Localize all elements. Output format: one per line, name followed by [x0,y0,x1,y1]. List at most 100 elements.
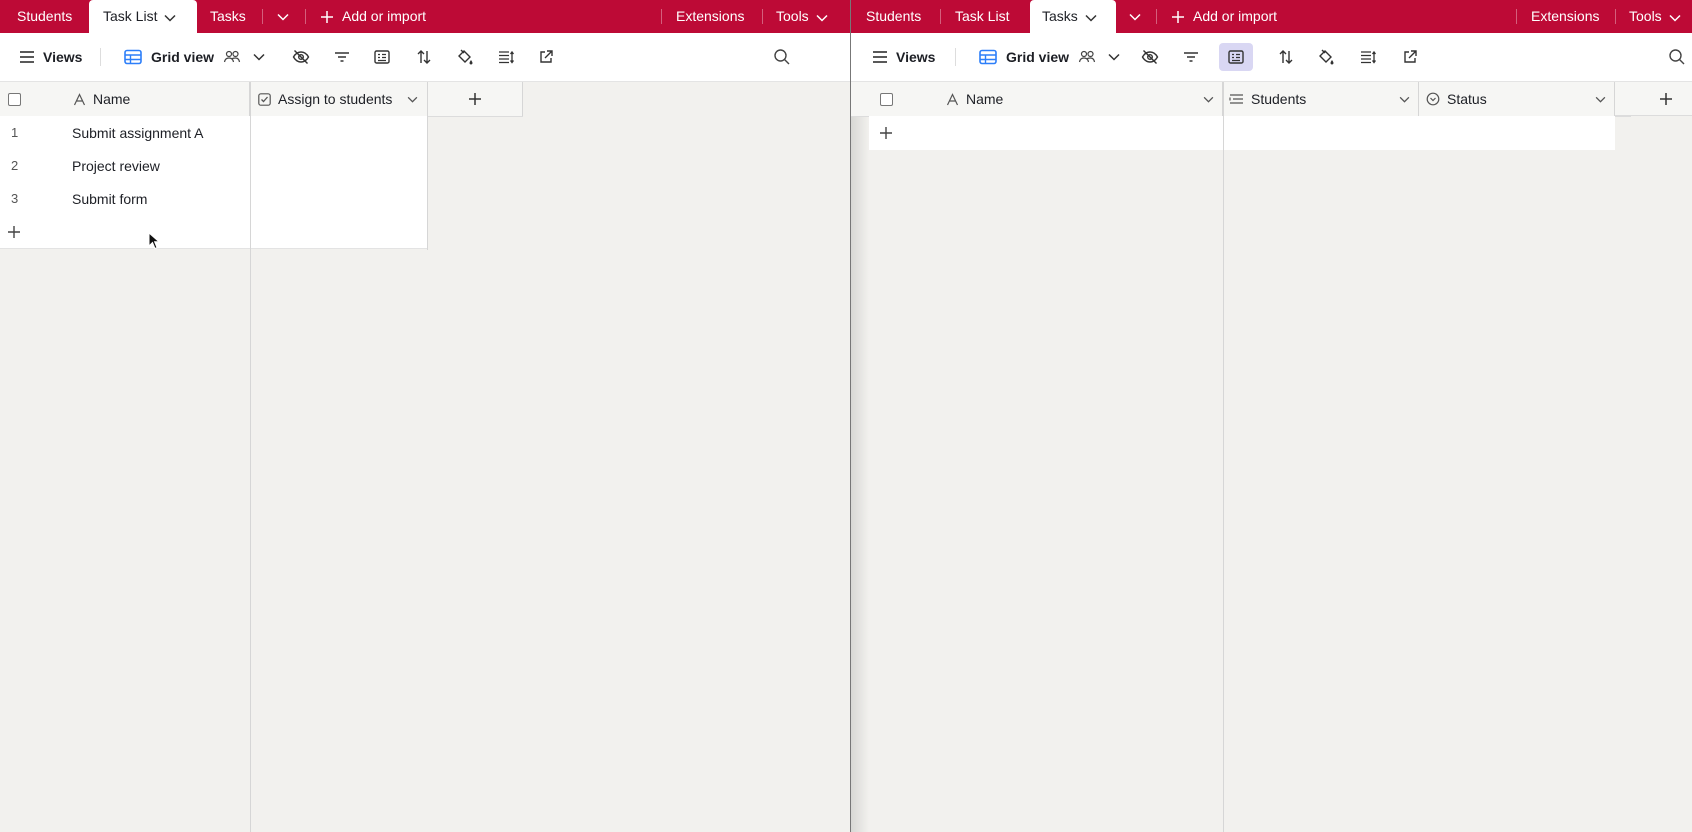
tab-separator [262,9,263,24]
add-or-import-button[interactable]: Add or import [320,0,426,33]
chevron-down-icon [277,14,289,21]
table-row[interactable]: 1 Submit assignment A [0,116,428,150]
all-tables-dropdown[interactable] [277,0,289,33]
select-all-cell[interactable] [851,82,937,116]
plus-icon [469,93,481,105]
chevron-down-icon[interactable] [164,1,176,34]
grid-view-button[interactable]: Grid view [979,33,1120,81]
tab-task-list[interactable]: Task List [955,0,1009,33]
cell-divider [1223,116,1224,150]
filter-button[interactable] [334,33,350,81]
views-button[interactable]: Views [19,33,82,81]
select-all-checkbox[interactable] [880,92,893,106]
tab-separator [1156,9,1157,24]
select-all-checkbox[interactable] [8,92,21,106]
color-button[interactable] [456,33,474,81]
chevron-down-icon[interactable] [1085,1,1097,34]
color-button[interactable] [1317,33,1335,81]
extensions-label: Extensions [1531,8,1600,24]
tab-label: Tasks [210,8,246,24]
name-cell[interactable]: Submit assignment A [72,116,204,150]
search-button[interactable] [1668,33,1686,81]
name-cell[interactable]: Submit form [72,182,147,216]
view-toolbar: Views Grid view [0,33,850,82]
group-button[interactable] [374,33,390,81]
sort-button[interactable] [416,33,432,81]
tab-tasks[interactable]: Tasks [210,0,246,33]
chevron-down-icon [816,1,828,34]
table-row[interactable]: 2 Project review [0,149,428,183]
tab-students[interactable]: Students [17,0,72,33]
add-or-import-label: Add or import [342,8,427,24]
single-select-icon [1426,92,1440,106]
column-header-assign[interactable]: Assign to students [250,82,428,116]
views-button[interactable]: Views [872,33,935,81]
chevron-down-icon [1108,53,1120,61]
tab-label: Students [866,8,922,24]
cell-divider [250,116,251,250]
row-number: 3 [11,191,19,206]
sort-icon [1279,50,1293,64]
share-view-button[interactable] [1402,33,1418,81]
all-tables-dropdown[interactable] [1129,0,1141,33]
add-field-button[interactable] [1615,82,1692,116]
table-tab-bar: Students Task List Tasks Add or import E… [851,0,1692,33]
group-icon [374,50,390,64]
plus-icon [1172,11,1184,24]
hide-fields-button[interactable] [1141,33,1159,81]
row-height-button[interactable] [498,33,514,81]
grid-view-button[interactable]: Grid view [124,33,265,81]
chevron-down-icon [1129,14,1141,21]
extensions-button[interactable]: Extensions [1531,0,1599,33]
tab-tasks[interactable]: Tasks [1030,0,1116,33]
row-height-button[interactable] [1360,33,1376,81]
grid-icon [979,49,997,65]
sort-button[interactable] [1278,33,1294,81]
toolbar-separator [955,48,956,66]
group-button[interactable] [1219,43,1253,71]
tools-button[interactable]: Tools [776,0,828,33]
eye-slash-icon [1141,50,1159,64]
filter-icon [1184,52,1198,62]
column-header-name[interactable]: Name [937,82,1223,116]
add-record-button[interactable] [7,215,21,249]
column-title: Assign to students [278,91,393,107]
add-row[interactable] [0,215,428,249]
filter-button[interactable] [1183,33,1199,81]
tools-button[interactable]: Tools [1629,0,1681,33]
share-view-button[interactable] [538,33,554,81]
search-button[interactable] [773,33,791,81]
chevron-down-icon[interactable] [1203,96,1214,103]
tab-separator [1516,9,1517,24]
pane-shadow [851,116,869,832]
view-toolbar: Views Grid view [851,33,1692,82]
column-header-status[interactable]: Status [1419,82,1615,116]
add-row[interactable] [869,116,1615,150]
checkbox-field-icon [258,92,271,106]
tab-students[interactable]: Students [866,0,921,33]
external-link-icon [540,50,553,63]
select-all-cell[interactable] [0,82,64,116]
extensions-button[interactable]: Extensions [676,0,744,33]
mouse-cursor [148,231,161,253]
tab-task-list[interactable]: Task List [89,0,197,33]
grid-view-label: Grid view [1006,49,1070,65]
hide-fields-button[interactable] [292,33,310,81]
name-cell[interactable]: Project review [72,149,160,183]
add-record-button[interactable] [879,116,893,150]
grid-icon [124,49,142,65]
table-row[interactable]: 3 Submit form [0,182,428,216]
add-or-import-button[interactable]: Add or import [1171,0,1277,33]
add-field-button[interactable] [428,82,523,116]
text-field-icon [73,92,86,105]
column-header-name[interactable]: Name [64,82,250,116]
column-header-students[interactable]: Students [1223,82,1419,116]
tools-label: Tools [1629,8,1662,24]
chevron-down-icon[interactable] [1399,96,1410,103]
tab-label: Students [17,8,73,24]
chevron-down-icon[interactable] [407,96,418,103]
chevron-down-icon[interactable] [1595,96,1606,103]
grid-header: Name Students Status [851,82,1631,117]
column-title: Name [93,91,131,107]
tab-label: Tasks [1042,8,1078,24]
